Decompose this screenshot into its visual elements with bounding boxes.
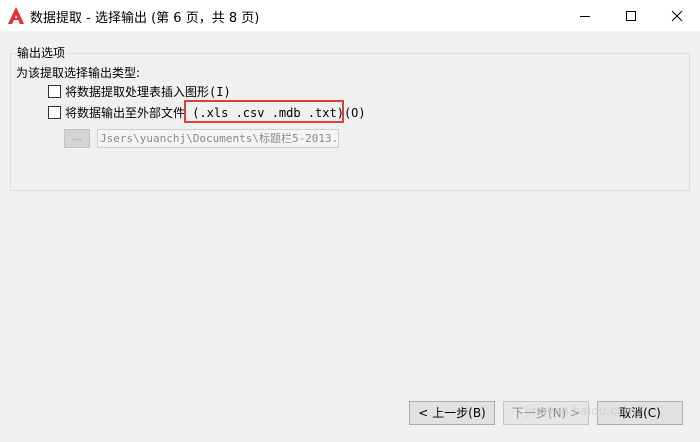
cancel-button[interactable]: 取消(C) [597,401,683,425]
minimize-icon [580,16,590,17]
next-button[interactable]: 下一步(N) > [503,401,589,425]
export-file-checkbox[interactable] [48,105,61,119]
minimize-button[interactable] [562,0,608,31]
maximize-icon [626,11,636,21]
dialog-window: 数据提取 - 选择输出 (第 6 页，共 8 页) 输出选项 为该提取选择输出类… [0,0,700,442]
close-button[interactable] [654,0,700,31]
output-type-prompt: 为该提取选择输出类型: [16,66,141,80]
window-title: 数据提取 - 选择输出 (第 6 页，共 8 页) [30,11,260,26]
insert-table-option[interactable]: 将数据提取处理表插入图形(I) [48,83,231,99]
back-button[interactable]: < 上一步(B) [409,401,495,425]
dialog-body: 输出选项 为该提取选择输出类型: 将数据提取处理表插入图形(I) 将数据输出至外… [0,31,700,442]
title-bar[interactable]: 数据提取 - 选择输出 (第 6 页，共 8 页) [0,0,700,31]
browse-button[interactable]: ... [64,129,90,148]
file-types-highlight [184,100,344,123]
insert-table-label: 将数据提取处理表插入图形(I) [65,84,231,99]
file-path-field[interactable]: Jsers\yuanchj\Documents\标题栏5-2013.xls [97,129,339,148]
maximize-button[interactable] [608,0,654,31]
close-icon [671,10,683,22]
autocad-logo-icon [8,7,24,24]
insert-table-checkbox[interactable] [48,84,61,98]
output-options-title: 输出选项 [16,44,67,61]
